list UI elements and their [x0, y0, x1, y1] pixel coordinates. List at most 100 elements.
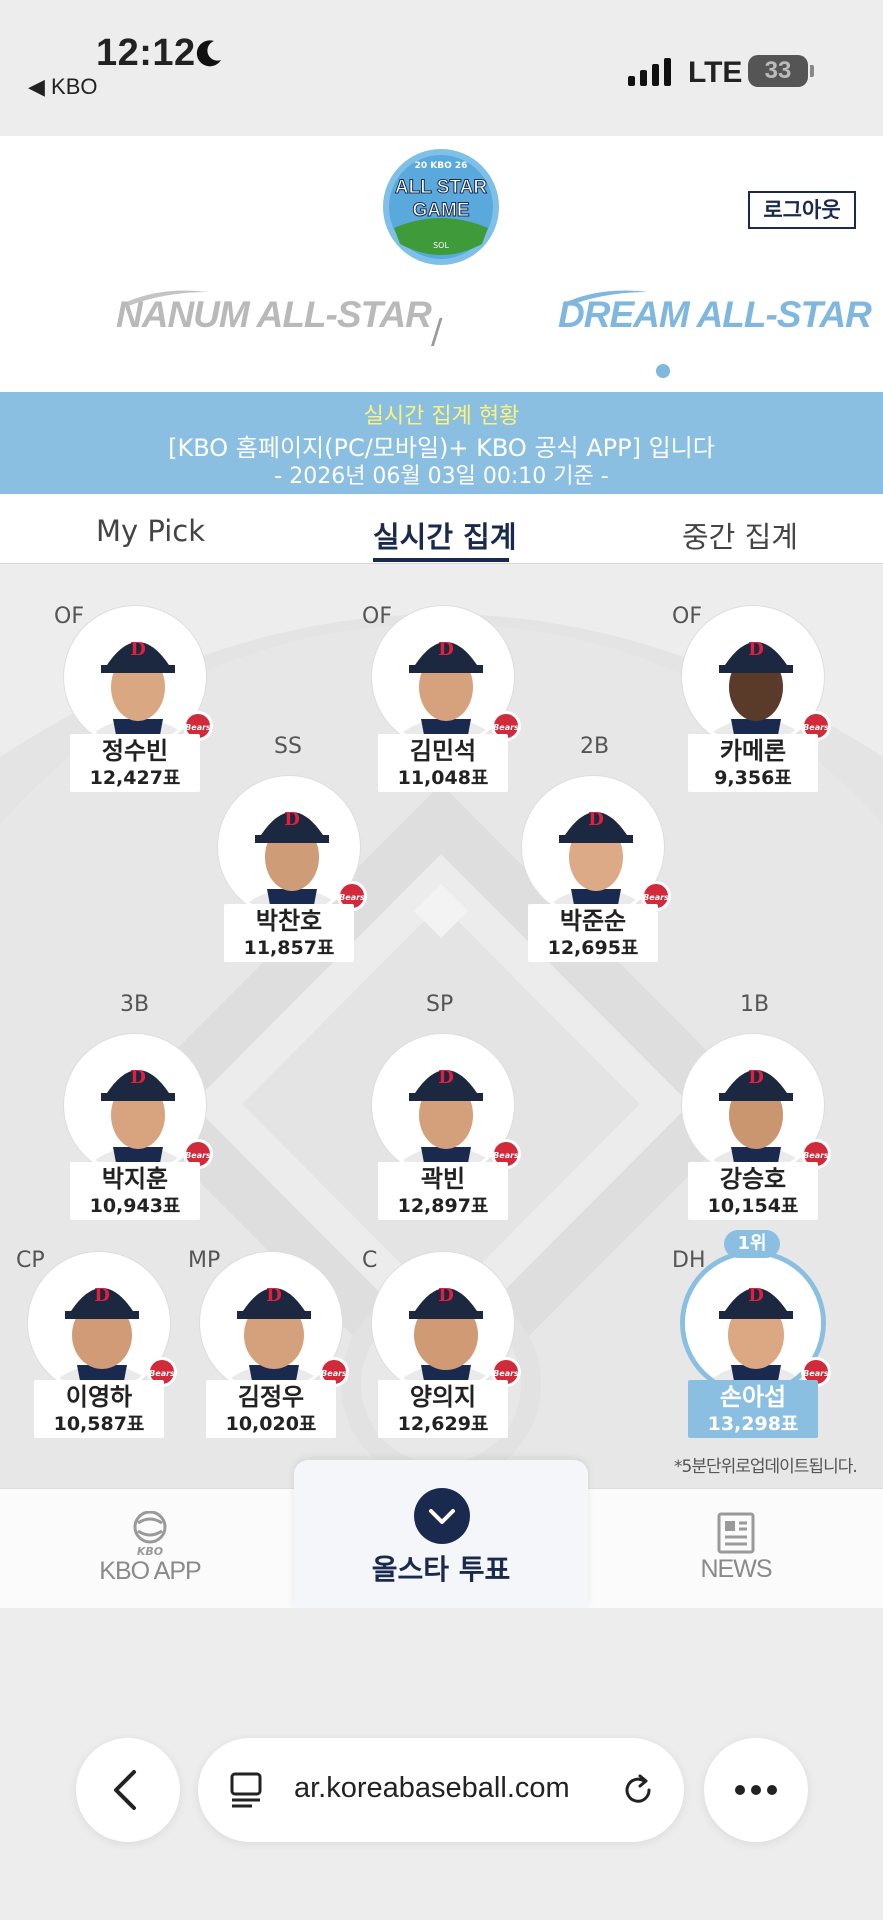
player-card[interactable]: D Bears 김정우 10,020표: [200, 1252, 349, 1442]
svg-text:Bears: Bears: [149, 1369, 175, 1378]
svg-text:KBO: KBO: [137, 1545, 163, 1557]
cellular-signal-icon: [628, 58, 671, 86]
nav-allstar-vote-label: 올스타 투표: [371, 1553, 511, 1586]
svg-text:D: D: [438, 639, 454, 660]
nav-allstar-vote[interactable]: 올스타 투표: [294, 1460, 588, 1608]
position-label-2b: 2B: [580, 734, 610, 759]
player-name: 카메론: [719, 737, 787, 765]
browser-toolbar: ar.koreabaseball.com: [0, 1608, 883, 1920]
player-card[interactable]: D Bears 강승호 10,154표: [682, 1034, 831, 1224]
player-votes: 10,587표: [53, 1413, 145, 1435]
player-name: 손아섭: [719, 1383, 787, 1411]
address-bar[interactable]: ar.koreabaseball.com: [198, 1738, 684, 1842]
player-name: 박찬호: [255, 907, 323, 935]
player-name: 이영하: [65, 1383, 133, 1411]
player-votes: 12,897표: [397, 1195, 489, 1217]
player-name: 정수빈: [101, 737, 169, 765]
player-votes: 13,298표: [707, 1413, 799, 1435]
nav-kbo-app[interactable]: KBO KBO APP: [80, 1511, 220, 1586]
player-name: 양의지: [409, 1383, 477, 1411]
player-card[interactable]: D Bears 카메론 9,356표: [682, 606, 831, 796]
player-card[interactable]: D Bears 박준순 12,695표: [522, 776, 671, 966]
banner-title: 실시간 집계 현황: [363, 404, 520, 429]
svg-text:Bears: Bears: [643, 893, 669, 902]
svg-text:Bears: Bears: [493, 1151, 519, 1160]
back-to-app-link[interactable]: ◀ KBO: [28, 74, 98, 100]
player-nameplate: 박지훈 10,943표: [70, 1162, 200, 1220]
nav-news[interactable]: NEWS: [666, 1511, 806, 1584]
browser-back-button[interactable]: [76, 1738, 180, 1842]
player-name: 김정우: [237, 1383, 305, 1411]
news-icon: [717, 1512, 755, 1554]
svg-text:D: D: [588, 809, 604, 830]
allstar-game-logo[interactable]: 20 KBO 26 ALL STAR GAME SOL: [382, 148, 500, 266]
player-nameplate: 곽빈 12,897표: [378, 1162, 508, 1220]
svg-text:Bears: Bears: [185, 723, 211, 732]
player-votes: 10,154표: [707, 1195, 799, 1217]
svg-text:Bears: Bears: [803, 1151, 829, 1160]
rank-badge: 1위: [724, 1230, 780, 1258]
player-nameplate: 손아섭 13,298표: [688, 1380, 818, 1438]
player-votes: 12,427표: [89, 767, 181, 789]
team-dream-allstar[interactable]: DREAM ALL-STAR: [558, 294, 872, 336]
tab-my-pick[interactable]: My Pick: [96, 514, 205, 548]
player-votes: 10,943표: [89, 1195, 181, 1217]
player-nameplate: 정수빈 12,427표: [70, 734, 200, 792]
player-nameplate: 박준순 12,695표: [528, 904, 658, 962]
player-nameplate: 박찬호 11,857표: [224, 904, 354, 962]
player-card[interactable]: D Bears 김민석 11,048표: [372, 606, 521, 796]
svg-text:D: D: [94, 1285, 110, 1306]
svg-text:SOL: SOL: [433, 241, 449, 250]
player-votes: 12,695표: [547, 937, 639, 959]
svg-text:D: D: [130, 639, 146, 660]
player-card[interactable]: D Bears 이영하 10,587표: [28, 1252, 177, 1442]
player-name: 김민석: [409, 737, 477, 765]
svg-text:Bears: Bears: [803, 723, 829, 732]
player-votes: 11,048표: [397, 767, 489, 789]
player-card[interactable]: D Bears 정수빈 12,427표: [64, 606, 213, 796]
more-options-icon: [735, 1785, 777, 1795]
svg-text:Bears: Bears: [185, 1151, 211, 1160]
player-nameplate: 양의지 12,629표: [378, 1380, 508, 1438]
player-card[interactable]: D Bears 곽빈 12,897표: [372, 1034, 521, 1224]
kbo-app-icon: KBO: [133, 1511, 167, 1557]
page-header: 20 KBO 26 ALL STAR GAME SOL 로그아웃 NANUM A…: [0, 136, 883, 392]
lineup-field: OF D Bears 정수빈 12,427표 OF D Bears 김민석 11…: [0, 564, 883, 1488]
player-card[interactable]: D Bears 박찬호 11,857표: [218, 776, 367, 966]
reload-icon[interactable]: [618, 1770, 658, 1810]
tab-overview-icon: [230, 1772, 262, 1808]
battery-tip: [810, 65, 814, 77]
player-card[interactable]: D Bears 양의지 12,629표: [372, 1252, 521, 1442]
chevron-left-icon: [114, 1770, 136, 1810]
active-tab-underline: [373, 558, 509, 562]
vote-chevron-button[interactable]: [414, 1488, 470, 1544]
svg-text:D: D: [284, 809, 300, 830]
svg-text:Bears: Bears: [321, 1369, 347, 1378]
svg-text:20 KBO 26: 20 KBO 26: [415, 161, 468, 171]
selected-team-indicator: [656, 364, 670, 378]
player-nameplate: 이영하 10,587표: [34, 1380, 164, 1438]
svg-text:ALL STAR: ALL STAR: [395, 177, 487, 198]
player-card[interactable]: D Bears 박지훈 10,943표: [64, 1034, 213, 1224]
banner-timestamp: - 2026년 06월 03일 00:10 기준 -: [274, 464, 609, 489]
player-card-top-ranked[interactable]: D 1위 Bears 손아섭 13,298표: [682, 1230, 831, 1442]
browser-more-button[interactable]: [704, 1738, 808, 1842]
svg-text:Bears: Bears: [339, 893, 365, 902]
svg-text:D: D: [438, 1285, 454, 1306]
position-label-ss: SS: [274, 734, 302, 759]
update-note: *5분단위로업데이트됩니다.: [674, 1457, 858, 1477]
player-nameplate: 김민석 11,048표: [378, 734, 508, 792]
tab-interim[interactable]: 중간 집계: [682, 514, 798, 556]
nav-news-label: NEWS: [700, 1555, 773, 1583]
logout-button[interactable]: 로그아웃: [748, 191, 856, 229]
player-votes: 11,857표: [243, 937, 335, 959]
svg-text:D: D: [266, 1285, 282, 1306]
tab-realtime[interactable]: 실시간 집계: [373, 514, 517, 556]
svg-text:D: D: [130, 1067, 146, 1088]
player-nameplate: 강승호 10,154표: [688, 1162, 818, 1220]
moon-icon: [196, 40, 221, 67]
team-nanum-allstar[interactable]: NANUM ALL-STAR: [116, 294, 432, 336]
player-nameplate: 김정우 10,020표: [206, 1380, 336, 1438]
svg-text:D: D: [748, 1285, 764, 1306]
player-votes: 10,020표: [225, 1413, 317, 1435]
